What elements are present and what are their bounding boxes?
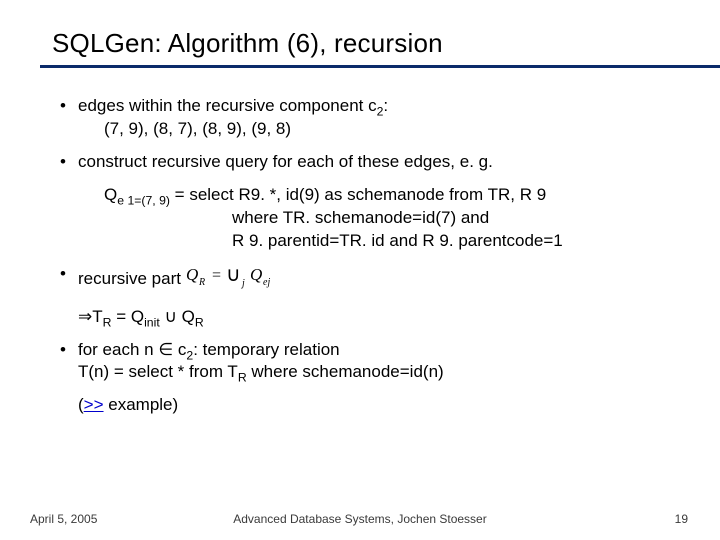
text: : temporary relation <box>193 340 339 359</box>
slide-number: 19 <box>675 512 688 526</box>
bullet-foreach: for each n ∈ c2: temporary relation T(n)… <box>60 339 672 385</box>
sub: R <box>238 371 247 385</box>
svg-text:ej: ej <box>263 277 270 288</box>
union-formula: Q R = ∪ j Q ej <box>186 263 296 296</box>
text: c <box>173 340 186 359</box>
svg-text:R: R <box>198 277 205 288</box>
query-line-1: select R9. *, id(9) as schemanode from T… <box>189 185 546 204</box>
query-block: Qe 1=(7, 9) = select R9. *, id(9) as sch… <box>104 184 672 253</box>
arrow-icon: ⇒ <box>78 307 92 326</box>
svg-text:∪: ∪ <box>226 264 241 286</box>
q-sub: e 1=(7, 9) <box>117 193 170 207</box>
text: = Q <box>111 307 144 326</box>
query-line-3: R 9. parentid=TR. id and R 9. parentcode… <box>104 230 672 253</box>
text: : <box>383 96 388 115</box>
query-line-2: where TR. schemanode=id(7) and <box>104 207 672 230</box>
edge-list: (7, 9), (8, 7), (8, 9), (9, 8) <box>104 118 291 141</box>
text: T <box>92 307 102 326</box>
title-underline <box>40 65 720 68</box>
example-link[interactable]: >> <box>84 395 104 414</box>
paren-close: example) <box>104 395 179 414</box>
tr-definition: ⇒TR = Qinit ∪ QR <box>60 306 672 329</box>
svg-text:j: j <box>240 278 245 289</box>
footer-title: Advanced Database Systems, Jochen Stoess… <box>233 512 486 526</box>
element-of: ∈ <box>158 340 173 359</box>
text: edges within the recursive component c <box>78 96 377 115</box>
svg-text:Q: Q <box>186 265 198 284</box>
example-link-row: (>> example) <box>60 394 672 417</box>
sub: R <box>195 315 204 329</box>
text: recursive part <box>78 269 186 288</box>
bullet-recursive-part: recursive part Q R = ∪ j Q ej <box>60 263 672 296</box>
text: for each n <box>78 340 158 359</box>
footer-date: April 5, 2005 <box>30 512 97 526</box>
footer: April 5, 2005 Advanced Database Systems,… <box>0 512 720 526</box>
bullet-edges: edges within the recursive component c2:… <box>60 95 672 141</box>
text: where schemanode=id(n) <box>247 362 444 381</box>
svg-text:=: = <box>212 267 221 284</box>
bullet-construct: construct recursive query for each of th… <box>60 151 672 174</box>
slide-title: SQLGen: Algorithm (6), recursion <box>52 28 672 59</box>
sub: init <box>144 315 160 329</box>
svg-text:Q: Q <box>250 265 262 284</box>
text: ∪ Q <box>160 307 195 326</box>
slide-body: edges within the recursive component c2:… <box>60 95 672 417</box>
text: T(n) = select * from T <box>78 362 238 381</box>
eq: = <box>170 185 189 204</box>
text: construct recursive query for each of th… <box>78 152 493 171</box>
q-symbol: Q <box>104 185 117 204</box>
